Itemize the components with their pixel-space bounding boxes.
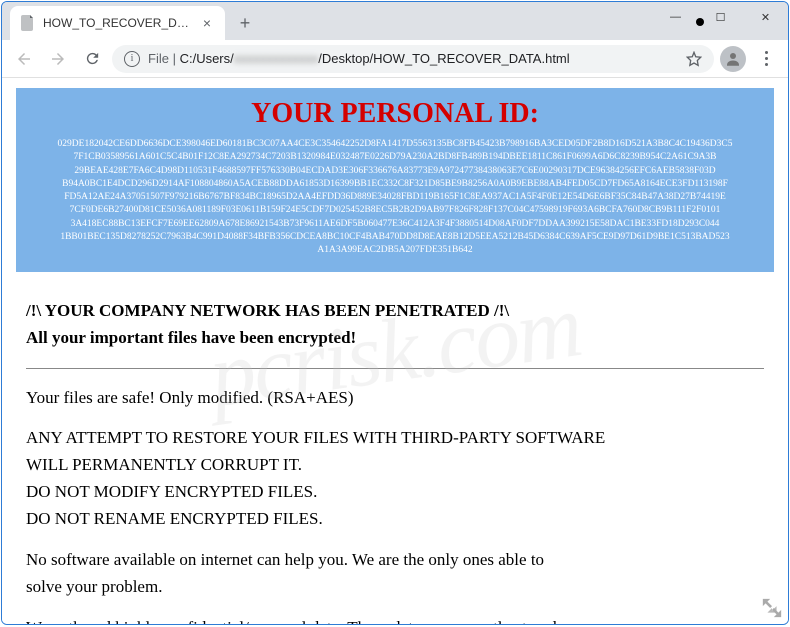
close-window-button[interactable]: ✕ xyxy=(743,2,788,32)
personal-id-hex: 029DE182042CE6DD6636DCE398046ED60181BC3C… xyxy=(28,138,762,258)
ransom-text: No software available on internet can he… xyxy=(26,549,764,572)
toolbar: i File | C:/Users/xxxxxxxxxxxxx/Desktop/… xyxy=(2,40,788,78)
divider xyxy=(26,368,764,369)
bookmark-icon[interactable] xyxy=(686,51,702,67)
personal-id-box: YOUR PERSONAL ID: 029DE182042CE6DD6636DC… xyxy=(16,88,774,272)
tab-bar: HOW_TO_RECOVER_DATA.html × + — ☐ ✕ xyxy=(2,2,788,40)
profile-avatar[interactable] xyxy=(720,46,746,72)
maximize-button[interactable]: ☐ xyxy=(698,2,743,32)
address-bar[interactable]: i File | C:/Users/xxxxxxxxxxxxx/Desktop/… xyxy=(112,45,714,73)
ransom-text: DO NOT RENAME ENCRYPTED FILES. xyxy=(26,508,764,531)
ransom-text: Your files are safe! Only modified. (RSA… xyxy=(26,387,764,410)
ransom-text: WILL PERMANENTLY CORRUPT IT. xyxy=(26,454,764,477)
ransom-text: DO NOT MODIFY ENCRYPTED FILES. xyxy=(26,481,764,504)
window-controls: — ☐ ✕ xyxy=(653,2,788,32)
reload-button[interactable] xyxy=(78,45,106,73)
url-text: File | C:/Users/xxxxxxxxxxxxx/Desktop/HO… xyxy=(148,51,570,66)
browser-window: HOW_TO_RECOVER_DATA.html × + — ☐ ✕ i Fil… xyxy=(1,1,789,625)
ransom-note-body: /!\ YOUR COMPANY NETWORK HAS BEEN PENETR… xyxy=(2,282,788,624)
expand-icon[interactable] xyxy=(758,594,786,622)
personal-id-title: YOUR PERSONAL ID: xyxy=(28,98,762,130)
minimize-button[interactable]: — xyxy=(653,2,698,32)
browser-tab[interactable]: HOW_TO_RECOVER_DATA.html × xyxy=(10,6,225,40)
menu-button[interactable] xyxy=(752,45,780,73)
file-icon xyxy=(20,15,36,31)
ransom-text: We gathered highly confidential/personal… xyxy=(26,617,764,624)
page-content: pcrisk.com YOUR PERSONAL ID: 029DE182042… xyxy=(2,78,788,624)
new-tab-button[interactable]: + xyxy=(231,9,259,37)
info-icon[interactable]: i xyxy=(124,51,140,67)
ransom-text: ANY ATTEMPT TO RESTORE YOUR FILES WITH T… xyxy=(26,427,764,450)
ransom-text: solve your problem. xyxy=(26,576,764,599)
close-icon[interactable]: × xyxy=(199,15,215,31)
tab-title: HOW_TO_RECOVER_DATA.html xyxy=(43,16,192,30)
forward-button[interactable] xyxy=(44,45,72,73)
ransom-headline: /!\ YOUR COMPANY NETWORK HAS BEEN PENETR… xyxy=(26,300,764,323)
back-button[interactable] xyxy=(10,45,38,73)
ransom-subheadline: All your important files have been encry… xyxy=(26,327,764,350)
